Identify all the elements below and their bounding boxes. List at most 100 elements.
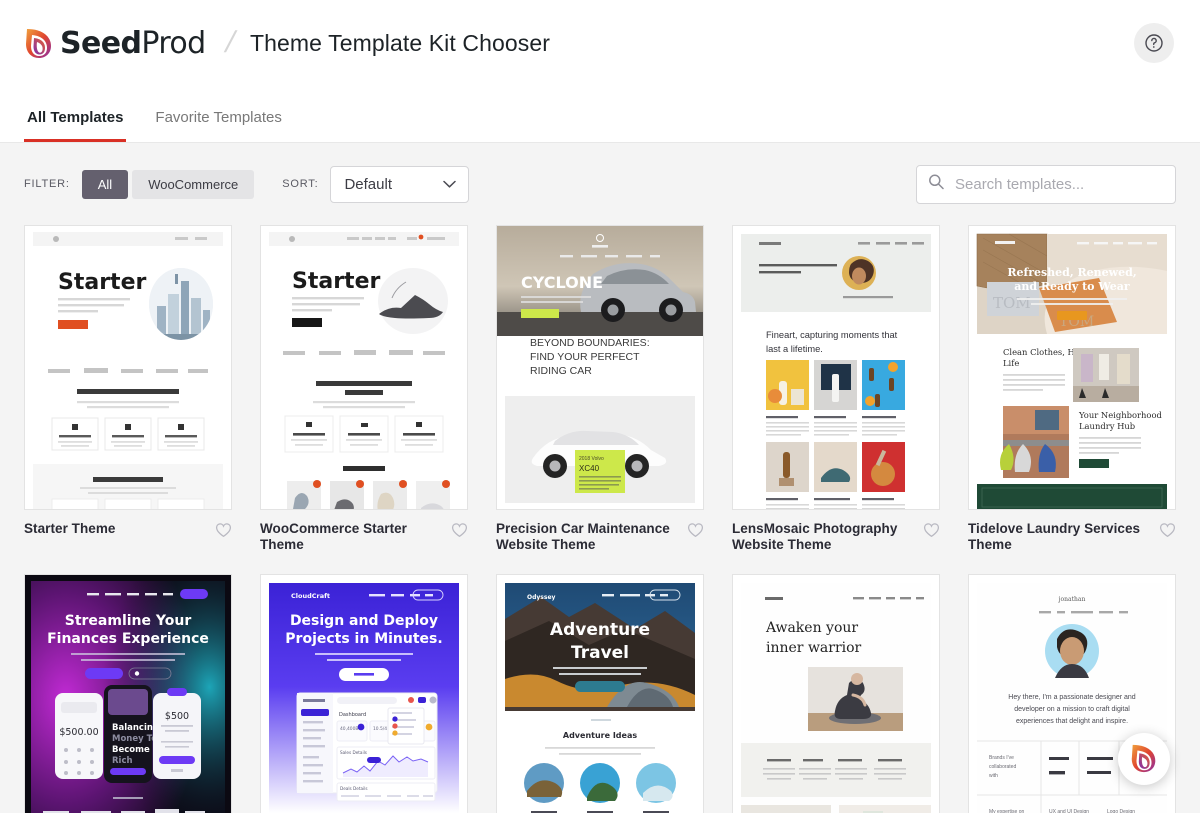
sort-label: SORT: — [282, 178, 319, 190]
svg-text:FIND YOUR PERFECT: FIND YOUR PERFECT — [530, 351, 640, 363]
filter-button-group: All WooCommerce — [81, 169, 255, 199]
svg-text:developer on a mission to craf: developer on a mission to craft digital — [1014, 706, 1130, 713]
help-button[interactable] — [1134, 23, 1174, 63]
svg-text:Streamline Your: Streamline Your — [65, 613, 192, 629]
svg-text:10.5/4: 10.5/4 — [373, 726, 387, 732]
template-card: CloudCraft Design and Deploy Projects in… — [260, 573, 468, 813]
svg-text:Awaken your: Awaken your — [765, 620, 858, 636]
tab-all-templates[interactable]: All Templates — [24, 109, 127, 142]
svg-text:Hey there, I'm a passionate de: Hey there, I'm a passionate designer and — [1008, 694, 1136, 701]
favorite-button[interactable] — [923, 522, 940, 538]
svg-text:2018 Volvo: 2018 Volvo — [579, 456, 604, 462]
template-preview-cloudcraft[interactable]: CloudCraft Design and Deploy Projects in… — [260, 573, 468, 813]
svg-text:Adventure Ideas: Adventure Ideas — [563, 731, 637, 740]
seedprod-leaf-logo — [24, 26, 60, 60]
template-card-footer: WooCommerce Starter Theme — [260, 510, 468, 554]
svg-text:Dashboard: Dashboard — [339, 712, 366, 718]
svg-text:Projects in Minutes.: Projects in Minutes. — [285, 631, 442, 647]
filter-sort-toolbar: FILTER: All WooCommerce SORT: Default — [0, 143, 1200, 225]
brand-name: SeedProd — [60, 25, 206, 61]
svg-text:Finances Experience: Finances Experience — [47, 631, 209, 647]
svg-text:Money To: Money To — [112, 734, 157, 744]
svg-text:collaborated: collaborated — [989, 764, 1016, 770]
template-card: Fineart, capturing moments that last a l… — [732, 225, 940, 554]
svg-text:TOM: TOM — [993, 294, 1031, 312]
template-preview-adventure[interactable]: Odyssey Adventure Travel Adventure Ideas — [496, 573, 704, 813]
svg-text:Laundry Hub: Laundry Hub — [1079, 421, 1135, 431]
template-preview-starter[interactable]: Starter — [24, 225, 232, 510]
favorite-button[interactable] — [451, 522, 468, 538]
tab-favorite-templates[interactable]: Favorite Templates — [152, 109, 284, 142]
filter-label: FILTER: — [24, 178, 70, 190]
template-card: Odyssey Adventure Travel Adventure Ideas — [496, 573, 704, 813]
svg-text:Starter: Starter — [58, 270, 146, 295]
template-preview-yoga[interactable]: Awaken your inner warrior — [732, 573, 940, 813]
template-preview-woo-starter[interactable]: Starter — [260, 225, 468, 510]
svg-text:Logo Design: Logo Design — [1107, 809, 1135, 813]
template-card: Streamline Your Finances Experience $500… — [24, 573, 232, 813]
template-preview-precision-car[interactable]: CYCLONE BEYOND BOUNDARIES: FIND YOUR PER… — [496, 225, 704, 510]
svg-text:last a lifetime.: last a lifetime. — [766, 344, 823, 354]
template-title: LensMosaic Photography Website Theme — [732, 521, 898, 553]
svg-text:Life: Life — [1003, 358, 1019, 368]
svg-text:UX and UI Design: UX and UI Design — [1049, 809, 1089, 813]
svg-text:CYCLONE: CYCLONE — [521, 273, 603, 292]
template-title: WooCommerce Starter Theme — [260, 521, 407, 553]
favorite-button[interactable] — [215, 522, 232, 538]
search-wrapper — [916, 164, 1176, 204]
svg-text:Deals Details: Deals Details — [340, 786, 368, 791]
svg-text:Brands I've: Brands I've — [989, 755, 1014, 761]
svg-text:CloudCraft: CloudCraft — [291, 592, 330, 600]
brand: SeedProd / Theme Template Kit Chooser — [24, 26, 550, 61]
template-card: Starter — [260, 225, 468, 554]
page-title: Theme Template Kit Chooser — [249, 29, 551, 56]
template-card: TOM TOM Refreshed, Renewed, and Ready to… — [968, 225, 1176, 554]
svg-text:experiences that delight and i: experiences that delight and inspire. — [1016, 718, 1128, 725]
template-preview-lensmosaic[interactable]: Fineart, capturing moments that last a l… — [732, 225, 940, 510]
breadcrumb-separator: / — [221, 26, 239, 59]
sort-select[interactable]: Default — [330, 165, 470, 203]
svg-text:XC40: XC40 — [579, 464, 600, 473]
seedprod-help-launcher-button[interactable] — [1118, 733, 1170, 785]
template-card: Awaken your inner warrior — [732, 573, 940, 813]
template-preview-finance[interactable]: Streamline Your Finances Experience $500… — [24, 573, 232, 813]
template-preview-tidelove[interactable]: TOM TOM Refreshed, Renewed, and Ready to… — [968, 225, 1176, 510]
svg-text:My expertise on: My expertise on — [989, 809, 1025, 813]
svg-text:$500: $500 — [165, 711, 189, 722]
svg-text:Balancing: Balancing — [112, 723, 159, 733]
svg-text:$500.00: $500.00 — [59, 727, 98, 738]
template-card: Starter — [24, 225, 232, 554]
search-input[interactable] — [916, 164, 1176, 204]
template-title: Precision Car Maintenance Website Theme — [496, 521, 670, 553]
app-header: SeedProd / Theme Template Kit Chooser — [0, 0, 1200, 86]
favorite-button[interactable] — [687, 522, 704, 538]
svg-text:jonathan: jonathan — [1058, 596, 1086, 603]
favorite-button[interactable] — [1159, 522, 1176, 538]
svg-text:Fineart, capturing moments tha: Fineart, capturing moments that — [766, 330, 898, 340]
svg-text:Sales Details: Sales Details — [340, 750, 367, 755]
svg-text:inner warrior: inner warrior — [766, 640, 862, 656]
template-card-footer: Starter Theme — [24, 510, 232, 538]
svg-text:Odyssey: Odyssey — [527, 594, 556, 601]
tab-bar: All Templates Favorite Templates — [0, 86, 1200, 143]
seedprod-leaf-logo-icon — [1129, 742, 1159, 777]
svg-text:Become: Become — [112, 745, 150, 755]
svg-text:Rich: Rich — [112, 756, 133, 766]
template-card-footer: Tidelove Laundry Services Theme — [968, 510, 1176, 554]
svg-text:Refreshed, Renewed,: Refreshed, Renewed, — [1007, 266, 1136, 279]
svg-text:and Ready to Wear: and Ready to Wear — [1014, 280, 1130, 293]
svg-text:Design and Deploy: Design and Deploy — [290, 613, 438, 629]
template-card-footer: LensMosaic Photography Website Theme — [732, 510, 940, 554]
svg-text:Adventure: Adventure — [550, 620, 650, 640]
template-card-footer: Precision Car Maintenance Website Theme — [496, 510, 704, 554]
template-title: Tidelove Laundry Services Theme — [968, 521, 1141, 553]
template-title: Starter Theme — [24, 521, 116, 536]
svg-text:40,400B: 40,400B — [340, 726, 358, 732]
filter-button-all[interactable]: All — [81, 169, 129, 199]
svg-text:with: with — [989, 773, 998, 779]
template-card: CYCLONE BEYOND BOUNDARIES: FIND YOUR PER… — [496, 225, 704, 554]
svg-text:Starter: Starter — [292, 269, 380, 294]
filter-button-woocommerce[interactable]: WooCommerce — [132, 169, 255, 199]
svg-text:Your Neighborhood: Your Neighborhood — [1078, 410, 1163, 420]
svg-text:Travel: Travel — [571, 643, 629, 663]
